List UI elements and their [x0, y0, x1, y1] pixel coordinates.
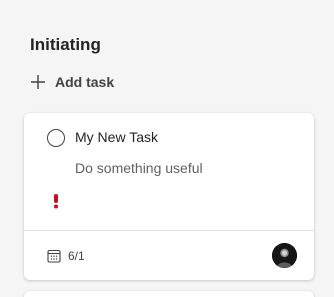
next-task-card[interactable] — [24, 291, 314, 297]
due-date-text: 6/1 — [68, 249, 85, 263]
card-divider — [24, 230, 314, 231]
task-title: My New Task — [75, 129, 158, 145]
avatar-icon — [272, 243, 297, 268]
assignee-avatar[interactable] — [272, 243, 297, 268]
task-card[interactable]: My New Task Do something useful 6/1 — [24, 113, 314, 280]
priority-important-icon — [54, 194, 58, 209]
plus-icon — [31, 75, 45, 89]
calendar-icon — [47, 249, 61, 263]
add-task-label: Add task — [55, 74, 115, 90]
task-notes: Do something useful — [75, 160, 203, 176]
due-date: 6/1 — [47, 249, 85, 263]
column-title: Initiating — [30, 35, 101, 54]
complete-task-checkbox[interactable] — [47, 129, 65, 147]
add-task-button[interactable]: Add task — [30, 74, 114, 90]
